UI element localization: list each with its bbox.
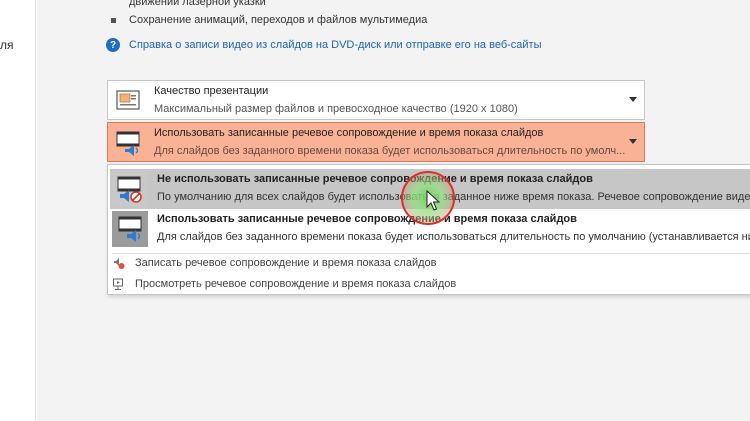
narration-timing-icon (114, 129, 142, 157)
help-link[interactable]: Справка о записи видео из слайдов на DVD… (129, 39, 542, 51)
export-video-pane: движении лазерной указки Сохранение аним… (37, 0, 750, 421)
preview-narration-command[interactable]: Просмотреть речевое сопровождение и врем… (112, 274, 456, 294)
narration-timing-icon (112, 211, 148, 247)
narration-subtitle: Для слайдов без заданного времени показа… (154, 145, 626, 157)
quality-title: Качество презентации (154, 85, 269, 97)
presentation-quality-icon (114, 87, 142, 115)
no-narration-icon (112, 171, 148, 207)
command-label: Записать речевое сопровождение и время п… (135, 257, 437, 269)
preview-narration-icon (112, 277, 126, 291)
left-navigation-strip: ля (0, 0, 36, 421)
option-title: Использовать записанные речевое сопровож… (157, 213, 577, 225)
narration-timing-dropdown[interactable]: Использовать записанные речевое сопровож… (107, 122, 645, 162)
quality-subtitle: Максимальный размер файлов и превосходно… (154, 103, 518, 115)
bullet-icon (111, 17, 116, 23)
help-icon: ? (106, 38, 120, 52)
chevron-down-icon[interactable] (629, 97, 637, 102)
quality-dropdown[interactable]: Качество презентации Максимальный размер… (107, 80, 645, 120)
command-label: Просмотреть речевое сопровождение и врем… (135, 278, 457, 290)
help-link-row[interactable]: ? Справка о записи видео из слайдов на D… (106, 38, 542, 52)
record-narration-icon (112, 256, 126, 270)
narration-title: Использовать записанные речевое сопровож… (154, 127, 544, 139)
partial-description: движении лазерной указки (129, 0, 266, 8)
mouse-cursor-icon (426, 189, 441, 215)
nav-item-partial[interactable]: ля (0, 38, 14, 52)
record-narration-command[interactable]: Записать речевое сопровождение и время п… (112, 253, 437, 273)
bullet-item: Сохранение анимаций, переходов и файлов … (111, 12, 427, 28)
option-subtitle: Для слайдов без заданного времени показа… (157, 231, 750, 243)
option-title: Не использовать записанные речевое сопро… (157, 173, 593, 185)
chevron-down-icon[interactable] (629, 139, 637, 144)
bullet-text: Сохранение анимаций, переходов и файлов … (129, 14, 428, 26)
